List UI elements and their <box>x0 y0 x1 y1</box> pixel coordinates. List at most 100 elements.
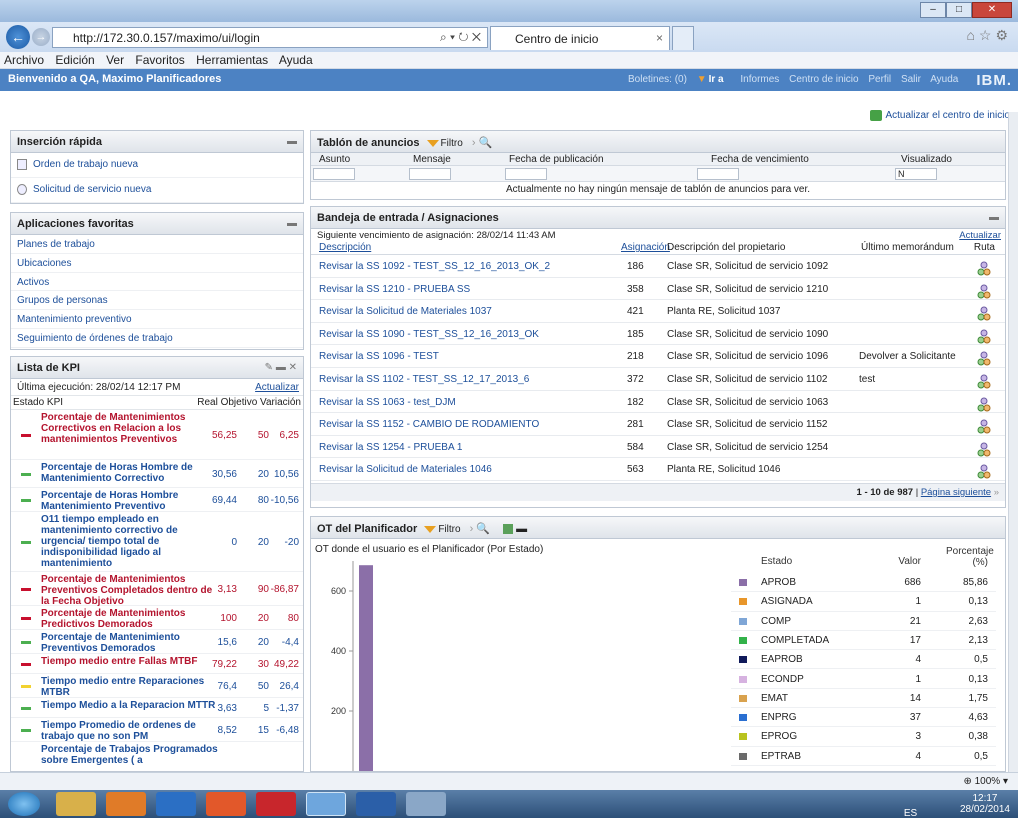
new-work-order-link[interactable]: Orden de trabajo nueva <box>11 153 303 178</box>
inbox-desc[interactable]: Revisar la SS 1102 - TEST_SS_12_17_2013_… <box>319 374 529 385</box>
legend-row[interactable]: EPROG 3 0,38 <box>731 727 996 747</box>
inbox-row[interactable]: Revisar la SS 1092 - TEST_SS_12_16_2013_… <box>311 255 1005 278</box>
route-icon[interactable] <box>977 306 991 322</box>
fav-locations[interactable]: Ubicaciones <box>11 254 303 273</box>
kpi-row[interactable]: Porcentaje de Trabajos Programados sobre… <box>11 742 303 771</box>
menu-edicion[interactable]: Edición <box>55 53 94 67</box>
menu-herramientas[interactable]: Herramientas <box>196 53 268 67</box>
kpi-row[interactable]: Tiempo medio entre Fallas MTBF 79,22 30 49,… <box>11 654 303 674</box>
close-window-button[interactable]: ✕ <box>972 2 1012 18</box>
fav-person-groups[interactable]: Grupos de personas <box>11 291 303 311</box>
kpi-row[interactable]: Tiempo medio entre Reparaciones MTBR 76,4… <box>11 674 303 698</box>
legend-row[interactable]: ECONDP 1 0,13 <box>731 670 996 689</box>
zoom-level[interactable]: ⊕ 100% ▾ <box>963 776 1008 787</box>
profile-link[interactable]: Perfil <box>868 74 891 85</box>
next-page-link[interactable]: Página siguiente <box>921 487 991 498</box>
kpi-row[interactable]: Porcentaje de Mantenimientos Preventivos… <box>11 572 303 607</box>
bulletins-link[interactable]: Boletines: (0) <box>628 74 687 85</box>
legend-row[interactable]: ENPRG 37 4,63 <box>731 708 996 728</box>
kpi-row[interactable]: Porcentaje de Horas Hombre Mantenimiento… <box>11 488 303 512</box>
minimize-button[interactable]: – <box>920 2 946 18</box>
inbox-row[interactable]: Revisar la Solicitud de Materiales 1046 5… <box>311 458 1005 481</box>
help-link[interactable]: Ayuda <box>930 74 958 85</box>
menu-favoritos[interactable]: Favoritos <box>135 53 184 67</box>
legend-row[interactable]: ASIGNADA 1 0,13 <box>731 592 996 612</box>
legend-row[interactable]: COMP 21 2,63 <box>731 612 996 631</box>
route-icon[interactable] <box>977 397 991 413</box>
route-icon[interactable] <box>977 261 991 277</box>
inbox-row[interactable]: Revisar la SS 1090 - TEST_SS_12_16_2013_… <box>311 323 1005 346</box>
inbox-desc[interactable]: Revisar la SS 1210 - PRUEBA SS <box>319 284 470 295</box>
fav-work-plans[interactable]: Planes de trabajo <box>11 235 303 254</box>
explorer-taskbar-icon[interactable] <box>56 792 96 816</box>
filter-publicacion-input[interactable] <box>505 168 547 180</box>
inbox-desc[interactable]: Revisar la Solicitud de Materiales 1037 <box>319 306 492 317</box>
kpi-refresh-link[interactable]: Actualizar <box>255 382 299 393</box>
inbox-desc[interactable]: Revisar la SS 1092 - TEST_SS_12_16_2013_… <box>319 261 550 272</box>
filter-button[interactable]: Filtro <box>424 524 461 535</box>
ie-taskbar-icon[interactable] <box>306 792 346 816</box>
legend-row[interactable]: EAPROB 4 0,5 <box>731 650 996 670</box>
inbox-refresh-link[interactable]: Actualizar <box>959 230 1001 241</box>
refresh-start-center-link[interactable]: Actualizar el centro de inicio <box>870 110 1010 121</box>
col-asignacion[interactable]: Asignación <box>621 242 670 253</box>
route-icon[interactable] <box>977 351 991 367</box>
forward-button[interactable]: → <box>32 28 50 46</box>
url-input[interactable]: http://172.30.0.157/maximo/ui/login ⌕ ▾ … <box>52 27 488 48</box>
inbox-desc[interactable]: Revisar la SS 1254 - PRUEBA 1 <box>319 442 462 453</box>
language-indicator[interactable]: ES <box>904 808 917 819</box>
filter-vencimiento-input[interactable] <box>697 168 739 180</box>
kpi-row[interactable]: Porcentaje de Horas Hombre de Mantenimie… <box>11 460 303 488</box>
route-icon[interactable] <box>977 464 991 480</box>
search-icon[interactable]: › 🔍 <box>470 523 490 535</box>
menu-ayuda[interactable]: Ayuda <box>279 53 313 67</box>
minimize-icon[interactable]: ▬ <box>287 136 297 147</box>
page-scrollbar[interactable] <box>1008 112 1018 772</box>
close-tab-icon[interactable]: × <box>656 31 663 45</box>
acrobat-taskbar-icon[interactable] <box>256 792 296 816</box>
new-tab-button[interactable] <box>672 26 694 50</box>
maximize-button[interactable]: □ <box>946 2 972 18</box>
browser-tab[interactable]: Centro de inicio × <box>490 26 670 50</box>
outlook-taskbar-icon[interactable] <box>106 792 146 816</box>
inbox-row[interactable]: Revisar la SS 1254 - PRUEBA 1 584 Clase SR… <box>311 436 1005 459</box>
firefox-taskbar-icon[interactable] <box>156 792 196 816</box>
inbox-row[interactable]: Revisar la SS 1102 - TEST_SS_12_17_2013_… <box>311 368 1005 391</box>
kpi-row[interactable]: Tiempo Promedio de ordenes de trabajo qu… <box>11 718 303 742</box>
route-icon[interactable] <box>977 374 991 390</box>
route-icon[interactable] <box>977 419 991 435</box>
filter-visualizado-input[interactable]: N <box>895 168 937 180</box>
filter-asunto-input[interactable] <box>313 168 355 180</box>
minimize-icon[interactable]: ▬ <box>989 212 999 223</box>
signout-link[interactable]: Salir <box>901 74 921 85</box>
route-icon[interactable] <box>977 442 991 458</box>
kpi-row[interactable]: O11 tiempo empleado en mantenimiento cor… <box>11 512 303 572</box>
legend-row[interactable]: EPTRAB 4 0,5 <box>731 747 996 766</box>
clock[interactable]: 12:17 28/02/2014 <box>960 793 1010 815</box>
inbox-row[interactable]: Revisar la SS 1210 - PRUEBA SS 358 Clase S… <box>311 278 1005 301</box>
kpi-row[interactable]: Porcentaje de Mantenimientos Correctivos… <box>11 410 303 460</box>
start-center-link[interactable]: Centro de inicio <box>789 74 858 85</box>
kpi-row[interactable]: Porcentaje de Mantenimientos Predictivos… <box>11 606 303 630</box>
filter-button[interactable]: Filtro <box>426 138 463 149</box>
chart-bar-aprob[interactable] <box>359 565 373 771</box>
menu-archivo[interactable]: Archivo <box>4 53 44 67</box>
filter-mensaje-input[interactable] <box>409 168 451 180</box>
search-refresh-icon[interactable]: ⌕ ▾ ↻ ✕ <box>440 30 481 45</box>
inbox-row[interactable]: Revisar la SS 1152 - CAMBIO DE RODAMIENT… <box>311 413 1005 436</box>
kpi-row[interactable]: Porcentaje de Mantenimiento Preventivos … <box>11 630 303 654</box>
goto-menu[interactable]: ▼ Ir a <box>697 74 731 85</box>
inbox-row[interactable]: Revisar la SS 1096 - TEST 218 Clase SR, So… <box>311 345 1005 368</box>
word-taskbar-icon[interactable] <box>356 792 396 816</box>
menu-ver[interactable]: Ver <box>106 53 124 67</box>
minimize-icon[interactable]: ▬ <box>287 218 297 229</box>
fav-preventive-maintenance[interactable]: Mantenimiento preventivo <box>11 310 303 329</box>
legend-row[interactable]: COMPLETADA 17 2,13 <box>731 631 996 651</box>
fav-work-order-tracking[interactable]: Seguimiento de órdenes de trabajo <box>11 329 303 348</box>
powerpoint-taskbar-icon[interactable] <box>206 792 246 816</box>
route-icon[interactable] <box>977 284 991 300</box>
inbox-row[interactable]: Revisar la Solicitud de Materiales 1037 4… <box>311 300 1005 323</box>
start-button[interactable] <box>8 792 40 816</box>
back-button[interactable]: ← <box>6 25 30 49</box>
inbox-row[interactable]: Revisar la SS 1063 - test_DJM 182 Clase SR… <box>311 391 1005 414</box>
